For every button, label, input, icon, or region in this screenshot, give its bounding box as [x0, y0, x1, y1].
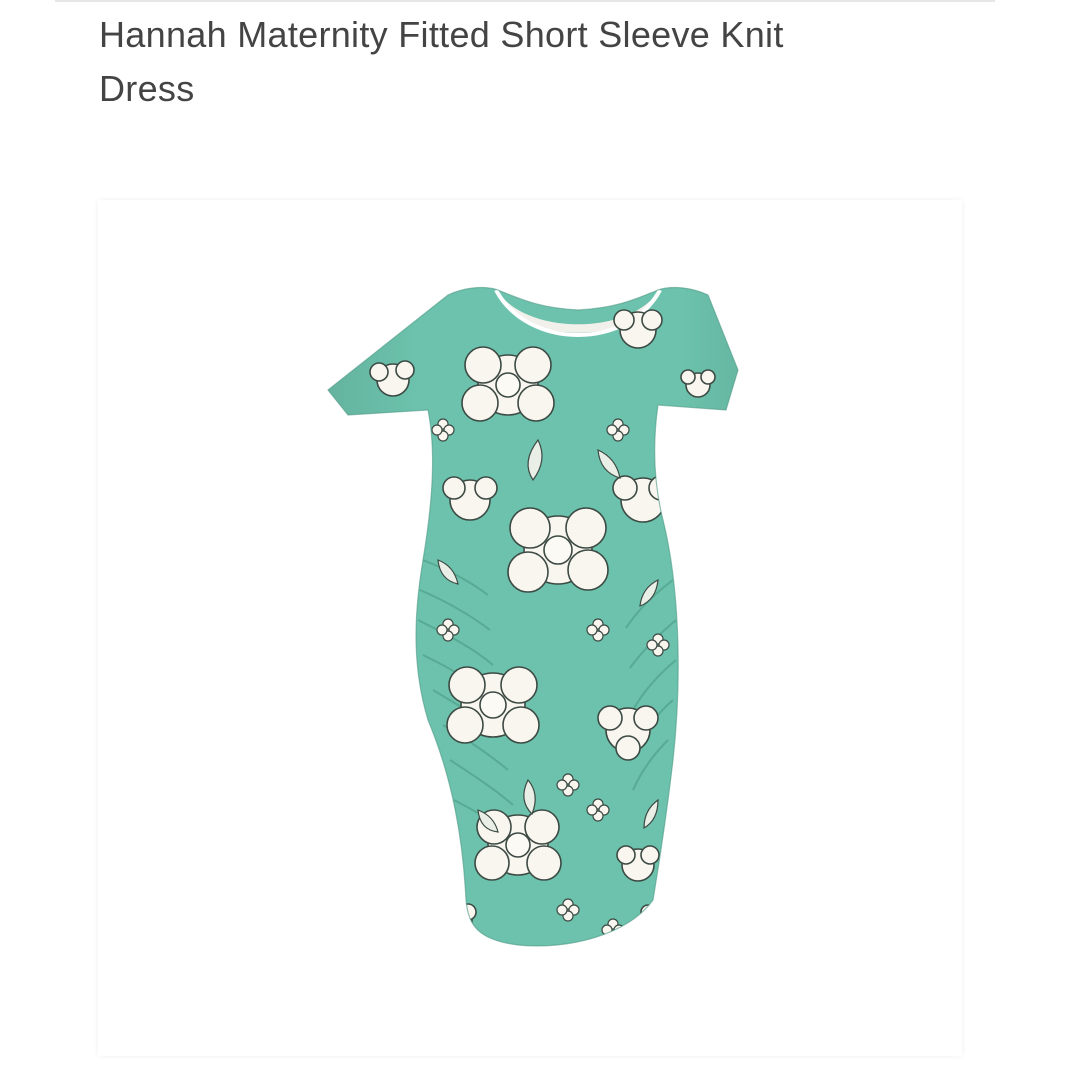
product-image-frame[interactable] [98, 200, 962, 1056]
product-page: Hannah Maternity Fitted Short Sleeve Kni… [0, 0, 1080, 1080]
dress-icon[interactable] [98, 200, 962, 1056]
top-divider [55, 0, 995, 2]
product-title: Hannah Maternity Fitted Short Sleeve Kni… [99, 14, 784, 109]
